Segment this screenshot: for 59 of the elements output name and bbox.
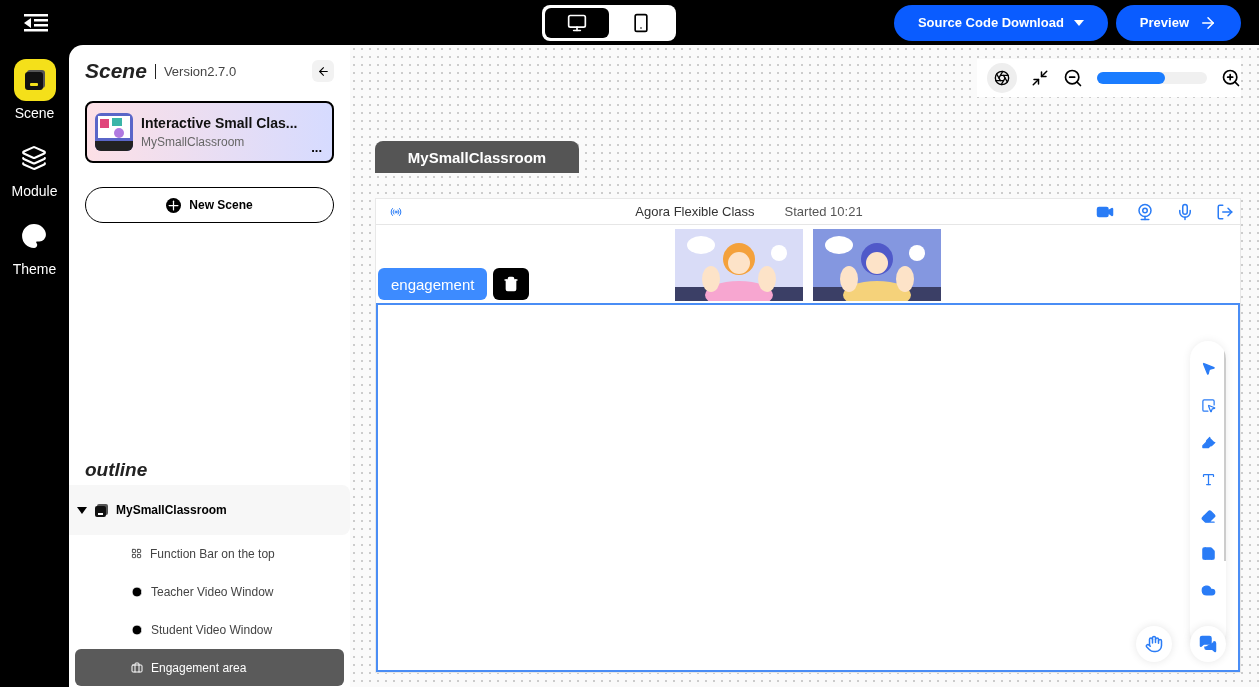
exit-icon[interactable] (1216, 202, 1234, 221)
preview-button[interactable]: Preview (1115, 4, 1241, 41)
plus-icon (166, 197, 182, 213)
scene-subtitle: MySmallClassroom (141, 135, 246, 149)
highlighter-icon[interactable] (1200, 435, 1216, 450)
back-button[interactable] (312, 60, 334, 82)
palette-icon (21, 223, 48, 249)
cloud-icon[interactable] (1200, 583, 1216, 598)
aperture-icon (994, 70, 1010, 86)
outline-item[interactable]: MySmallClassroom (69, 485, 350, 535)
aperture-button[interactable] (987, 63, 1017, 93)
class-title: Agora Flexible Class (635, 204, 755, 219)
panel-title: Scene (85, 59, 147, 83)
trash-icon (503, 276, 520, 292)
zoom-out-button[interactable] (1063, 68, 1083, 88)
webcam-icon[interactable] (1136, 202, 1154, 221)
window-icon (95, 503, 108, 517)
chat-icon (1199, 635, 1217, 653)
rail-item[interactable]: Theme (12, 215, 57, 277)
outline-item[interactable]: Teacher Video Window (75, 573, 344, 610)
delete-button[interactable] (493, 268, 530, 300)
zoom-slider[interactable] (1097, 72, 1207, 84)
outline-title: outline (84, 459, 149, 481)
fit-button[interactable] (1031, 69, 1049, 87)
class-timer: Started 10:21 (784, 204, 863, 219)
selection-icon[interactable] (1200, 398, 1216, 413)
new-scene-button[interactable]: New Scene (85, 187, 334, 223)
desktop-view-tab[interactable] (544, 7, 609, 38)
hand-raise-button[interactable] (1136, 626, 1172, 662)
caret-icon (1073, 19, 1084, 26)
more-button[interactable]: ... (311, 140, 322, 155)
zoom-in-button[interactable] (1221, 68, 1241, 88)
scene-title: Interactive Small Clas... (141, 115, 298, 131)
outline-item[interactable]: Engagement area (75, 649, 344, 686)
eraser-icon[interactable] (1200, 509, 1216, 524)
rail-label: Scene (14, 105, 55, 121)
arrow-left-icon (316, 64, 330, 78)
signal-icon (390, 205, 402, 218)
version-label: Version2.7.0 (154, 63, 237, 79)
chat-button[interactable] (1190, 626, 1226, 662)
rail-item[interactable]: Module (11, 137, 58, 199)
pointer-icon[interactable] (1200, 361, 1216, 376)
rail-label: Module (11, 183, 58, 199)
page-tab[interactable]: MySmallClassroom (375, 141, 579, 173)
save-icon[interactable] (1200, 546, 1216, 561)
source-download-button[interactable]: Source Code Download (893, 4, 1108, 41)
grid-icon (131, 548, 142, 559)
rail-label: Theme (12, 261, 57, 277)
outline-item[interactable]: Student Video Window (75, 611, 344, 648)
text-icon[interactable] (1200, 472, 1216, 487)
hand-icon (1145, 635, 1163, 653)
outline-item[interactable]: Function Bar on the top (75, 535, 344, 572)
window-icon (22, 68, 47, 92)
monitor-icon (566, 12, 587, 33)
microphone-icon[interactable] (1176, 202, 1194, 221)
layers-icon (21, 145, 48, 171)
collapse-menu-icon[interactable] (24, 13, 48, 32)
scene-card[interactable]: Interactive Small Clas... MySmallClassroom ... (85, 101, 334, 163)
briefcase-icon (131, 661, 143, 674)
